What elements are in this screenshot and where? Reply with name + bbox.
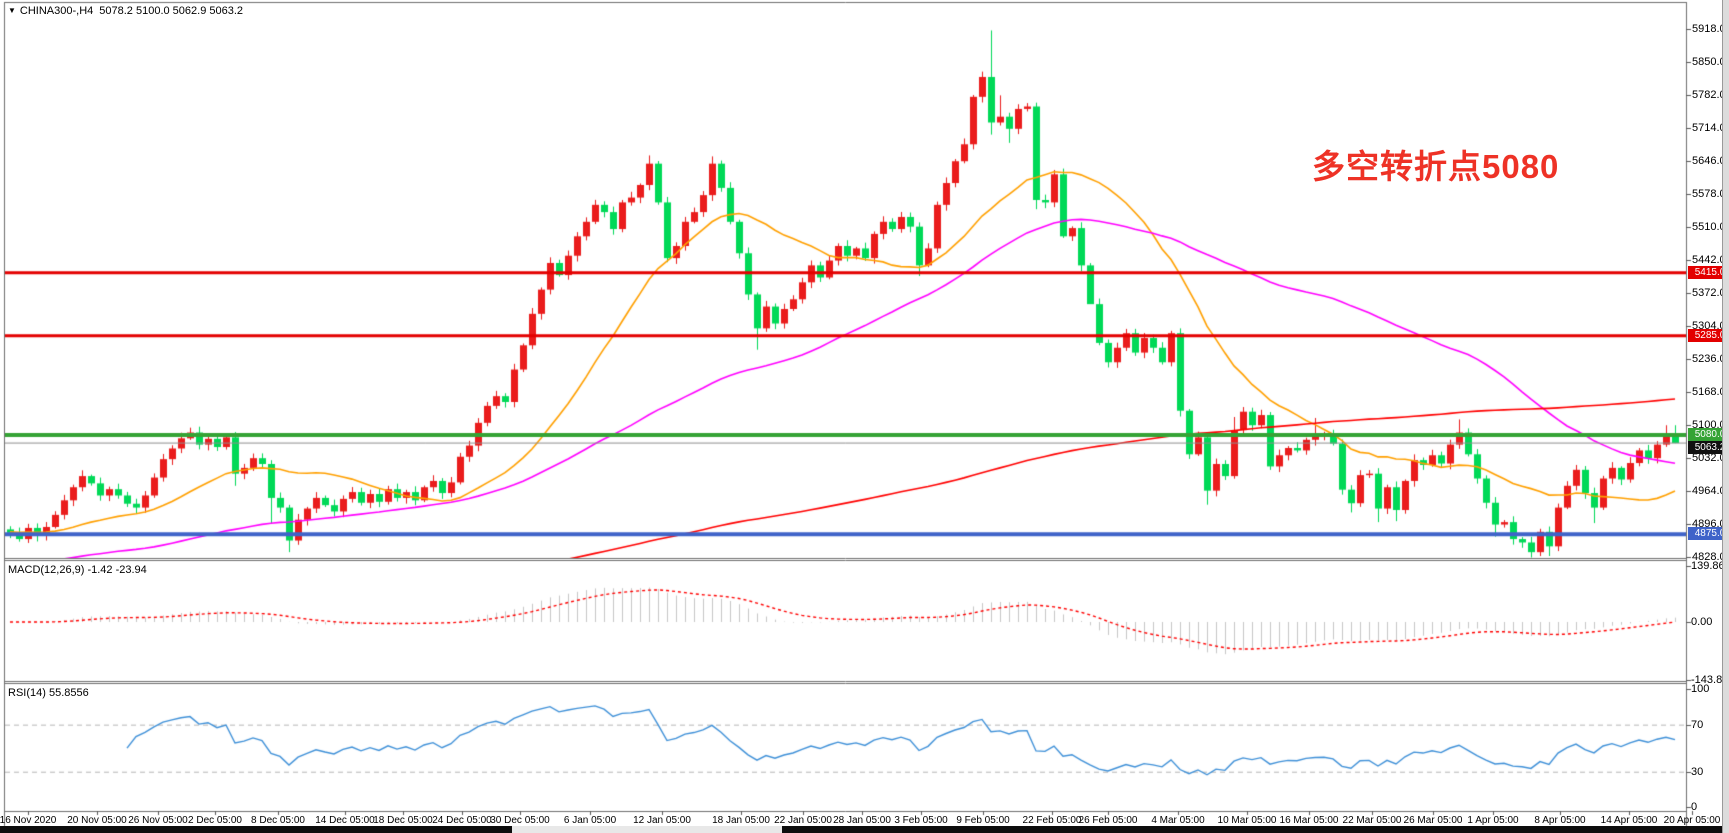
time-axis-label: 8 Apr 05:00 [1534, 815, 1585, 826]
macd-axis-label: 0.00 [1691, 616, 1712, 628]
time-axis-label: 1 Apr 05:00 [1467, 815, 1518, 826]
macd-axis-label: 139.86 [1691, 560, 1725, 572]
time-axis-label: 4 Mar 05:00 [1151, 815, 1204, 826]
symbol-dropdown-arrow-icon[interactable]: ▼ [8, 6, 16, 15]
time-axis-label: 9 Feb 05:00 [956, 815, 1009, 826]
price-axis-label: 4964.0 [1692, 485, 1726, 497]
time-axis-label: 26 Nov 05:00 [128, 815, 188, 826]
annotation-text: 多空转折点5080 [1312, 140, 1559, 188]
time-axis-label: 12 Jan 05:00 [633, 815, 691, 826]
symbol-timeframe-label: CHINA300-,H4 [20, 5, 93, 17]
time-axis-label: 16 Mar 05:00 [1280, 815, 1339, 826]
macd-indicator-label: MACD(12,26,9) -1.42 -23.94 [8, 564, 147, 576]
price-chart-canvas[interactable] [0, 0, 1729, 833]
price-axis-label: 5646.0 [1692, 155, 1726, 167]
time-axis-label: 3 Feb 05:00 [894, 815, 947, 826]
time-axis-label: 22 Mar 05:00 [1343, 815, 1402, 826]
time-axis-label: 14 Apr 05:00 [1601, 815, 1658, 826]
time-axis-label: 8 Dec 05:00 [251, 815, 305, 826]
time-axis-label: 22 Jan 05:00 [774, 815, 832, 826]
time-axis-label: 26 Feb 05:00 [1079, 815, 1138, 826]
trading-terminal-window: ▼ CHINA300-,H4 5078.2 5100.0 5062.9 5063.2… [0, 0, 1729, 833]
time-axis-label: 18 Jan 05:00 [712, 815, 770, 826]
time-axis-label: 24 Dec 05:00 [432, 815, 492, 826]
ohlc-values: 5078.2 5100.0 5062.9 5063.2 [99, 5, 243, 17]
price-axis-label: 5168.0 [1692, 386, 1726, 398]
price-axis-label: 5850.0 [1692, 56, 1726, 68]
price-axis-label: 5510.0 [1692, 221, 1726, 233]
time-axis-label: 14 Dec 05:00 [315, 815, 375, 826]
price-axis-label: 5714.0 [1692, 122, 1726, 134]
price-axis-label: 5442.0 [1692, 254, 1726, 266]
price-axis-label: 5918.0 [1692, 23, 1726, 35]
horizontal-scrollbar[interactable] [0, 826, 1729, 833]
price-axis-label: 5578.0 [1692, 188, 1726, 200]
time-axis-label: 22 Feb 05:00 [1023, 815, 1082, 826]
horizontal-scrollbar-thumb[interactable] [512, 826, 782, 833]
time-axis-label: 20 Nov 05:00 [67, 815, 127, 826]
time-axis-label: 18 Dec 05:00 [373, 815, 433, 826]
time-axis-label: 28 Jan 05:00 [833, 815, 891, 826]
rsi-axis-label: 70 [1691, 719, 1703, 731]
rsi-axis-label: 30 [1691, 766, 1703, 778]
time-axis-label: 20 Apr 05:00 [1664, 815, 1721, 826]
rsi-indicator-label: RSI(14) 55.8556 [8, 687, 89, 699]
time-axis-label: 2 Dec 05:00 [188, 815, 242, 826]
price-axis-label: 5782.0 [1692, 89, 1726, 101]
right-scroll-strip[interactable] [1722, 0, 1729, 833]
ohlc-header: ▼ CHINA300-,H4 5078.2 5100.0 5062.9 5063.2 [8, 5, 249, 17]
time-axis-label: 10 Mar 05:00 [1218, 815, 1277, 826]
time-axis-label: 30 Dec 05:00 [490, 815, 550, 826]
price-axis-label: 5372.0 [1692, 287, 1726, 299]
time-axis-label: 26 Mar 05:00 [1404, 815, 1463, 826]
time-axis-label: 16 Nov 2020 [0, 815, 56, 826]
rsi-axis-label: 0 [1691, 801, 1697, 813]
time-axis-label: 6 Jan 05:00 [564, 815, 616, 826]
rsi-axis-label: 100 [1691, 683, 1709, 695]
price-axis-label: 5236.0 [1692, 353, 1726, 365]
